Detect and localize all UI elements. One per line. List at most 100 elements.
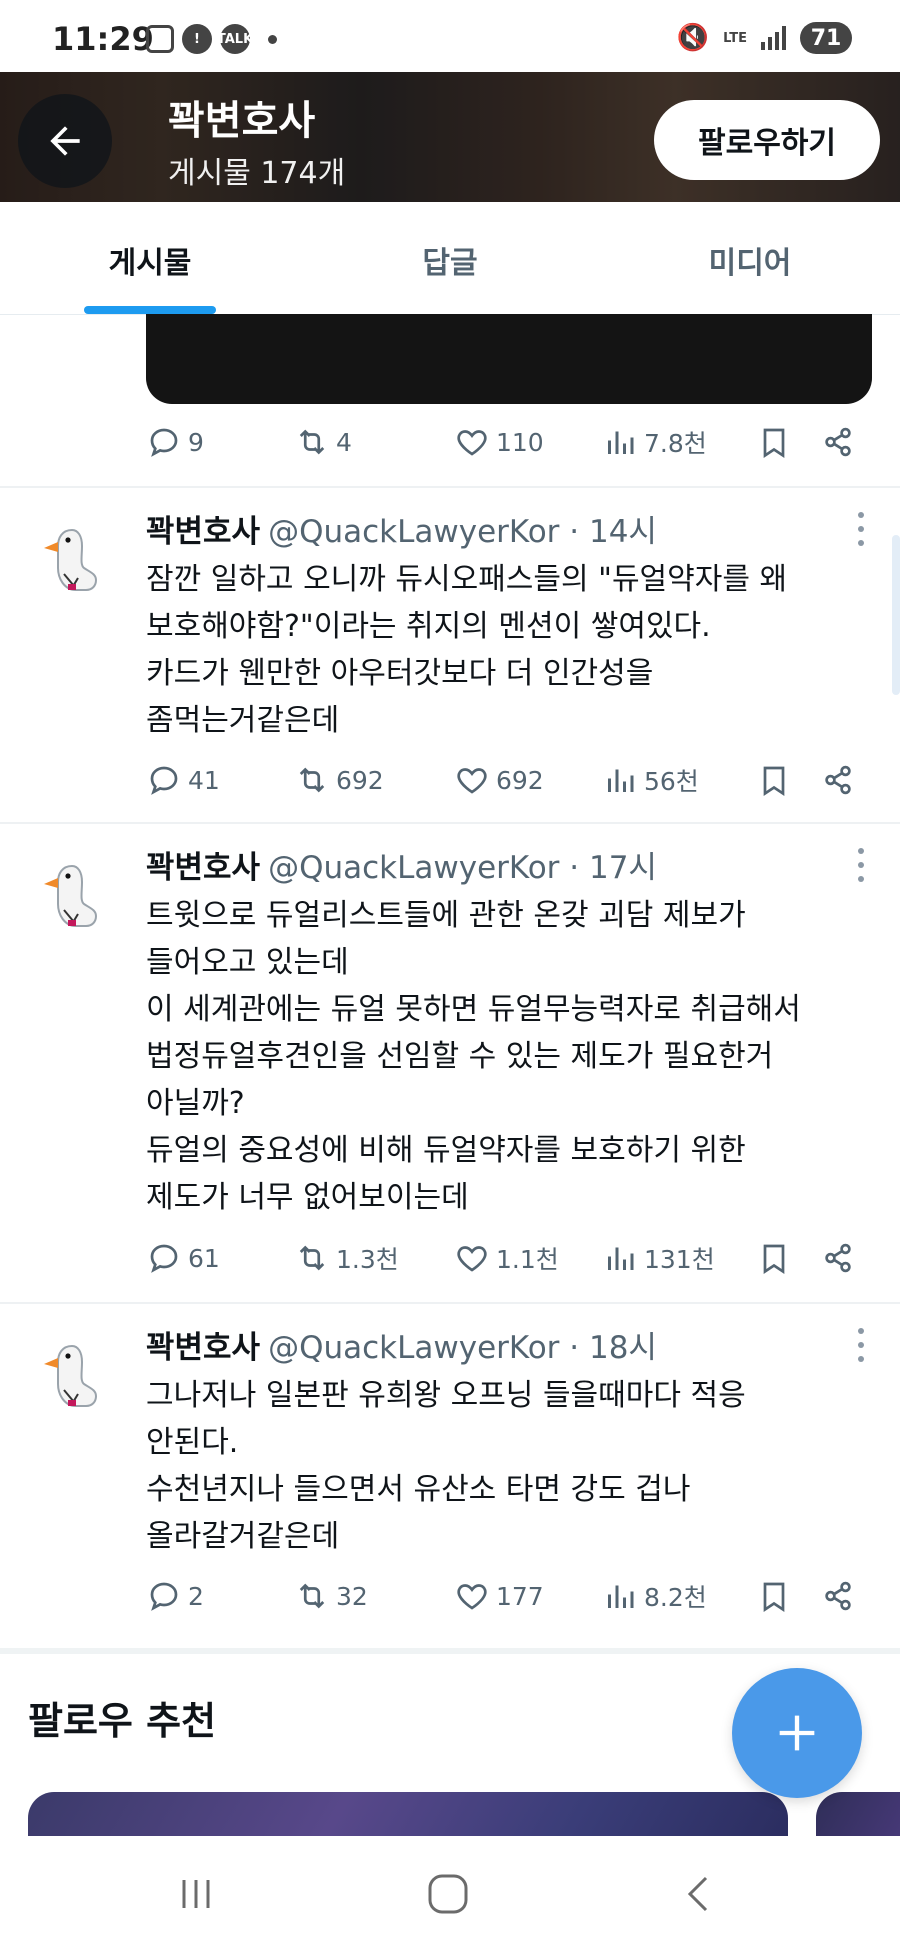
retweet-count: 692 xyxy=(336,765,384,795)
recent-apps-icon xyxy=(182,1880,210,1908)
share-icon xyxy=(825,1243,851,1273)
profile-tabs: 게시물 답글 미디어 xyxy=(0,202,900,315)
more-options-icon[interactable] xyxy=(858,1328,864,1362)
author-handle[interactable]: @QuackLawyerKor xyxy=(268,850,559,886)
like-button[interactable]: 110 xyxy=(454,424,544,460)
author-handle[interactable]: @QuackLawyerKor xyxy=(268,1330,559,1366)
section-divider xyxy=(0,1648,900,1654)
notification-icons: ! TALK xyxy=(146,24,277,54)
status-bar: 11:29 ! TALK 🔇 LTE 71 xyxy=(0,0,900,72)
share-button[interactable] xyxy=(820,424,856,460)
reply-button[interactable]: 9 xyxy=(146,424,204,460)
share-icon xyxy=(825,1581,851,1611)
profile-name: 꽉변호사 xyxy=(168,98,316,144)
reply-button[interactable]: 41 xyxy=(146,762,220,798)
reply-icon xyxy=(150,1244,178,1273)
views-button[interactable]: 8.2천 xyxy=(602,1578,707,1614)
divider xyxy=(0,1302,900,1304)
views-icon xyxy=(608,769,634,792)
follow-button[interactable]: 팔로우하기 xyxy=(654,100,880,180)
battery-indicator: 71 xyxy=(800,22,852,54)
more-options-icon[interactable] xyxy=(858,848,864,882)
home-button[interactable] xyxy=(418,1864,478,1924)
share-icon xyxy=(825,765,851,795)
view-count: 131천 xyxy=(644,1245,715,1274)
tab-media[interactable]: 미디어 xyxy=(690,238,810,282)
tweet-header: 꽉변호사 @QuackLawyerKor · 17시 xyxy=(146,842,657,887)
retweet-button[interactable]: 1.3천 xyxy=(294,1240,399,1276)
retweet-icon xyxy=(299,1583,325,1609)
back-button[interactable] xyxy=(18,94,112,188)
active-tab-indicator xyxy=(84,306,216,314)
bookmark-button[interactable] xyxy=(756,762,792,798)
tweet-line: 그나저나 일본판 유희왕 오프닝 들을때마다 적응 xyxy=(146,1378,746,1413)
tweet-line: 듀얼의 중요성에 비해 듀얼약자를 보호하기 위한 xyxy=(146,1133,746,1168)
author-name[interactable]: 꽉변호사 xyxy=(146,1330,260,1366)
tweet-line: 올라갈거같은데 xyxy=(146,1519,340,1554)
reply-button[interactable]: 61 xyxy=(146,1240,220,1276)
bookmark-icon xyxy=(763,766,785,797)
tweet-line: 좀먹는거같은데 xyxy=(146,703,340,738)
tab-posts[interactable]: 게시물 xyxy=(84,238,216,282)
tweet-line: 수천년지나 들으면서 유산소 타면 강도 겁나 xyxy=(146,1472,691,1507)
tweet-time: · 14시 xyxy=(569,514,657,550)
tweet-time: · 18시 xyxy=(569,1330,657,1366)
retweet-button[interactable]: 4 xyxy=(294,424,352,460)
like-button[interactable]: 177 xyxy=(454,1578,544,1614)
tweet-line: 이 세계관에는 듀얼 못하면 듀얼무능력자로 취급해서 xyxy=(146,992,801,1027)
views-button[interactable]: 131천 xyxy=(602,1240,715,1276)
divider xyxy=(0,486,900,488)
tweet[interactable]: 꽉변호사 @QuackLawyerKor · 18시 그나저나 일본판 유희왕 오… xyxy=(0,1322,900,1640)
more-options-icon[interactable] xyxy=(858,512,864,546)
view-count: 8.2천 xyxy=(644,1583,707,1612)
tweet[interactable]: 꽉변호사 @QuackLawyerKor · 14시 잠깐 일하고 오니까 듀시오… xyxy=(0,506,900,822)
tab-replies[interactable]: 답글 xyxy=(390,238,510,282)
bookmark-button[interactable] xyxy=(756,1240,792,1276)
signal-icon xyxy=(761,26,786,50)
tweet[interactable]: 꽉변호사 @QuackLawyerKor · 17시 트윗으로 듀얼리스트들에 관… xyxy=(0,842,900,1298)
tweet-actions: 2 32 177 8.2천 xyxy=(146,1578,862,1622)
reply-button[interactable]: 2 xyxy=(146,1578,204,1614)
bookmark-button[interactable] xyxy=(756,1578,792,1614)
tweet-media-image[interactable] xyxy=(146,314,872,404)
plus-icon xyxy=(779,1715,815,1751)
views-icon xyxy=(608,1585,634,1608)
author-handle[interactable]: @QuackLawyerKor xyxy=(268,514,559,550)
views-button[interactable]: 56천 xyxy=(602,762,699,798)
bookmark-icon xyxy=(763,1582,785,1613)
chevron-left-icon xyxy=(687,1876,708,1912)
avatar[interactable] xyxy=(28,1334,114,1420)
view-count: 56천 xyxy=(644,767,699,796)
tweet-header: 꽉변호사 @QuackLawyerKor · 18시 xyxy=(146,1322,657,1367)
tweet-line: 제도가 너무 없어보이는데 xyxy=(146,1180,469,1215)
compose-button[interactable] xyxy=(732,1668,862,1798)
share-button[interactable] xyxy=(820,1240,856,1276)
share-button[interactable] xyxy=(820,762,856,798)
author-name[interactable]: 꽉변호사 xyxy=(146,514,260,550)
recent-apps-button[interactable] xyxy=(166,1864,226,1924)
author-name[interactable]: 꽉변호사 xyxy=(146,850,260,886)
bookmark-icon xyxy=(763,1244,785,1275)
share-button[interactable] xyxy=(820,1578,856,1614)
avatar[interactable] xyxy=(28,854,114,940)
tweet-line: 아닐까? xyxy=(146,1086,245,1121)
goose-avatar-icon xyxy=(28,518,114,604)
screenshot-icon xyxy=(146,25,174,53)
heart-icon xyxy=(457,1584,487,1610)
retweet-count: 4 xyxy=(336,427,352,457)
arrow-left-icon xyxy=(50,126,80,156)
alert-icon: ! xyxy=(182,24,212,54)
views-button[interactable]: 7.8천 xyxy=(602,424,707,460)
goose-avatar-icon xyxy=(28,854,114,940)
back-nav-button[interactable] xyxy=(670,1864,730,1924)
reply-count: 2 xyxy=(188,1581,204,1611)
reply-icon xyxy=(150,766,178,795)
avatar[interactable] xyxy=(28,518,114,604)
like-button[interactable]: 692 xyxy=(454,762,544,798)
retweet-button[interactable]: 32 xyxy=(294,1578,368,1614)
bookmark-button[interactable] xyxy=(756,424,792,460)
like-count: 1.1천 xyxy=(496,1245,559,1274)
retweet-button[interactable]: 692 xyxy=(294,762,384,798)
retweet-count: 32 xyxy=(336,1581,368,1611)
like-button[interactable]: 1.1천 xyxy=(454,1240,559,1276)
